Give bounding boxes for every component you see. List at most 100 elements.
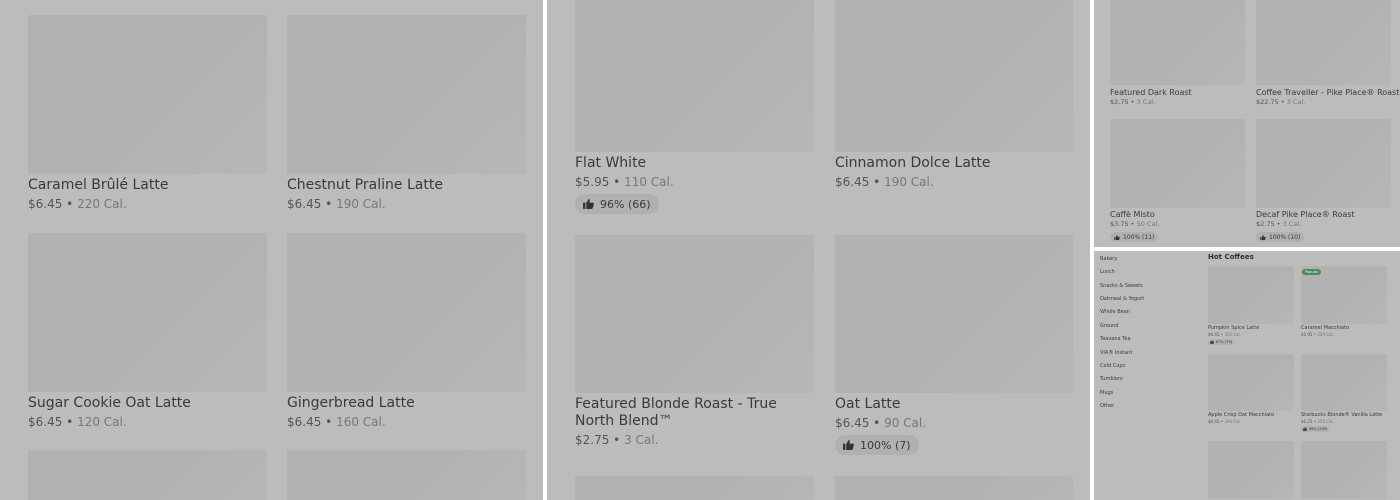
rating-badge: 100% (10) — [1256, 232, 1305, 242]
product-calories: 3 Cal. — [1282, 220, 1302, 228]
product-calories: 3 Cal. — [1286, 98, 1306, 106]
product-name[interactable]: Caramel Brûlé Latte — [28, 177, 168, 193]
product-image[interactable] — [28, 450, 267, 500]
sidebar-item-tumblers[interactable]: Tumblers — [1100, 376, 1123, 382]
product-name[interactable]: Caffè Misto — [1110, 210, 1155, 219]
product-image[interactable] — [575, 235, 814, 393]
product-image[interactable] — [287, 15, 526, 174]
product-name[interactable]: Sugar Cookie Oat Latte — [28, 395, 191, 411]
product-price: $3.75 — [1110, 220, 1129, 228]
product-name[interactable]: Gingerbread Latte — [287, 395, 415, 411]
sidebar-item-cold-cups[interactable]: Cold Cups — [1100, 363, 1125, 369]
product-name[interactable]: Oat Latte — [835, 396, 901, 412]
product-price: $6.25 — [1301, 419, 1313, 424]
product-calories: 90 Cal. — [884, 416, 927, 430]
product-image[interactable] — [1110, 0, 1245, 85]
product-name[interactable]: Featured Dark Roast — [1110, 88, 1192, 97]
product-calories: 3 Cal. — [1136, 98, 1156, 106]
sidebar-item-snacks-sweets[interactable]: Snacks & Sweets — [1100, 283, 1143, 289]
thumbs-up-icon — [1303, 427, 1307, 431]
product-calories: 110 Cal. — [624, 175, 674, 189]
product-image[interactable] — [835, 0, 1073, 152]
section-heading: Hot Coffees — [1208, 253, 1254, 261]
product-image[interactable] — [1110, 119, 1245, 208]
product-image[interactable] — [575, 0, 814, 152]
product-image[interactable] — [835, 235, 1073, 393]
product-name[interactable]: Featured Blonde Roast - True North Blend… — [575, 396, 815, 430]
rating-text: 96% (66) — [600, 197, 651, 211]
product-image[interactable] — [575, 476, 814, 500]
product-image[interactable] — [1256, 119, 1391, 208]
product-image[interactable] — [1301, 441, 1387, 499]
product-name[interactable]: Coffee Traveller - Pike Place® Roast — [1256, 88, 1399, 97]
product-meta: $2.75 • 3 Cal. — [1110, 98, 1155, 106]
product-price: $6.45 — [287, 197, 322, 211]
rating-text: 100% (7) — [860, 438, 911, 452]
product-meta: $6.45 • 120 Cal. — [28, 415, 127, 429]
product-price: $5.95 — [1301, 332, 1313, 337]
rating-badge: 100% (11) — [1110, 232, 1159, 242]
product-price: $5.95 — [575, 175, 610, 189]
sidebar-item-ground[interactable]: Ground — [1100, 323, 1118, 329]
sidebar-item-mugs[interactable]: Mugs — [1100, 390, 1113, 396]
product-name[interactable]: Caramel Macchiato — [1301, 325, 1349, 331]
rating-text: 100% (10) — [1269, 233, 1301, 241]
product-price: $2.75 — [1110, 98, 1129, 106]
product-name[interactable]: Flat White — [575, 155, 646, 171]
product-meta: $6.25 • 250 Cal. — [1301, 419, 1334, 424]
rating-badge: 87% (79) — [1208, 339, 1235, 345]
sidebar-item-whole-bean[interactable]: Whole Bean — [1100, 309, 1130, 315]
product-calories: 220 Cal. — [1317, 332, 1334, 337]
product-image[interactable] — [287, 233, 526, 392]
product-calories: 3 Cal. — [624, 433, 659, 447]
product-image[interactable] — [1301, 354, 1387, 411]
thumbs-up-icon — [1210, 340, 1214, 344]
sidebar-item-bakery[interactable]: Bakery — [1100, 256, 1117, 262]
meta-separator: • — [869, 416, 885, 430]
rating-badge: 96% (66) — [575, 194, 659, 214]
thumbs-up-icon — [843, 440, 854, 450]
product-meta: $6.45 • 160 Cal. — [287, 415, 386, 429]
product-calories: 250 Cal. — [1317, 419, 1334, 424]
product-image[interactable] — [1256, 0, 1391, 85]
product-image[interactable] — [28, 233, 267, 392]
product-name[interactable]: Cinnamon Dolce Latte — [835, 155, 990, 171]
product-name[interactable]: Decaf Pike Place® Roast — [1256, 210, 1355, 219]
product-name[interactable]: Chestnut Praline Latte — [287, 177, 443, 193]
rating-text: 87% (79) — [1216, 340, 1233, 344]
meta-separator: • — [1128, 98, 1137, 106]
meta-separator: • — [1128, 220, 1137, 228]
meta-separator: • — [62, 197, 78, 211]
product-meta: $5.95 • 220 Cal. — [1301, 332, 1334, 337]
sidebar-item-via-instant[interactable]: VIA® Instant — [1100, 350, 1132, 356]
product-name[interactable]: Pumpkin Spice Latte — [1208, 325, 1259, 331]
menu-grid-panel-1: Caramel Brûlé Latte $6.45 • 220 Cal. Che… — [0, 0, 543, 500]
product-name[interactable]: Starbucks Blonde® Vanilla Latte — [1301, 412, 1382, 418]
sidebar-item-teavana-tea[interactable]: Teavana Tea — [1100, 336, 1131, 342]
meta-separator: • — [869, 175, 885, 189]
rating-badge: 98% (280) — [1301, 426, 1330, 432]
product-meta: $6.45 • 190 Cal. — [287, 197, 386, 211]
thumbs-up-icon — [583, 199, 594, 209]
product-meta: $6.45 • 300 Cal. — [1208, 419, 1241, 424]
product-image[interactable] — [835, 476, 1073, 500]
product-image[interactable] — [1208, 354, 1294, 411]
product-calories: 120 Cal. — [77, 415, 127, 429]
product-image[interactable] — [28, 15, 267, 174]
sidebar-item-lunch[interactable]: Lunch — [1100, 269, 1115, 275]
product-price: $6.45 — [835, 416, 870, 430]
product-price: $22.75 — [1256, 98, 1279, 106]
product-meta: $3.75 • 50 Cal. — [1110, 220, 1159, 228]
product-image[interactable] — [1208, 266, 1294, 324]
product-image[interactable] — [1208, 441, 1294, 499]
thumbs-up-icon — [1260, 234, 1266, 240]
meta-separator: • — [1274, 220, 1283, 228]
meta-separator: • — [609, 433, 625, 447]
product-calories: 300 Cal. — [1224, 419, 1241, 424]
product-image[interactable] — [287, 450, 526, 500]
sidebar-item-other[interactable]: Other — [1100, 403, 1114, 409]
product-name[interactable]: Apple Crisp Oat Macchiato — [1208, 412, 1274, 418]
sidebar-item-oatmeal-yogurt[interactable]: Oatmeal & Yogurt — [1100, 296, 1144, 302]
product-price: $6.45 — [1208, 332, 1220, 337]
product-meta: $6.45 • 90 Cal. — [835, 416, 926, 430]
